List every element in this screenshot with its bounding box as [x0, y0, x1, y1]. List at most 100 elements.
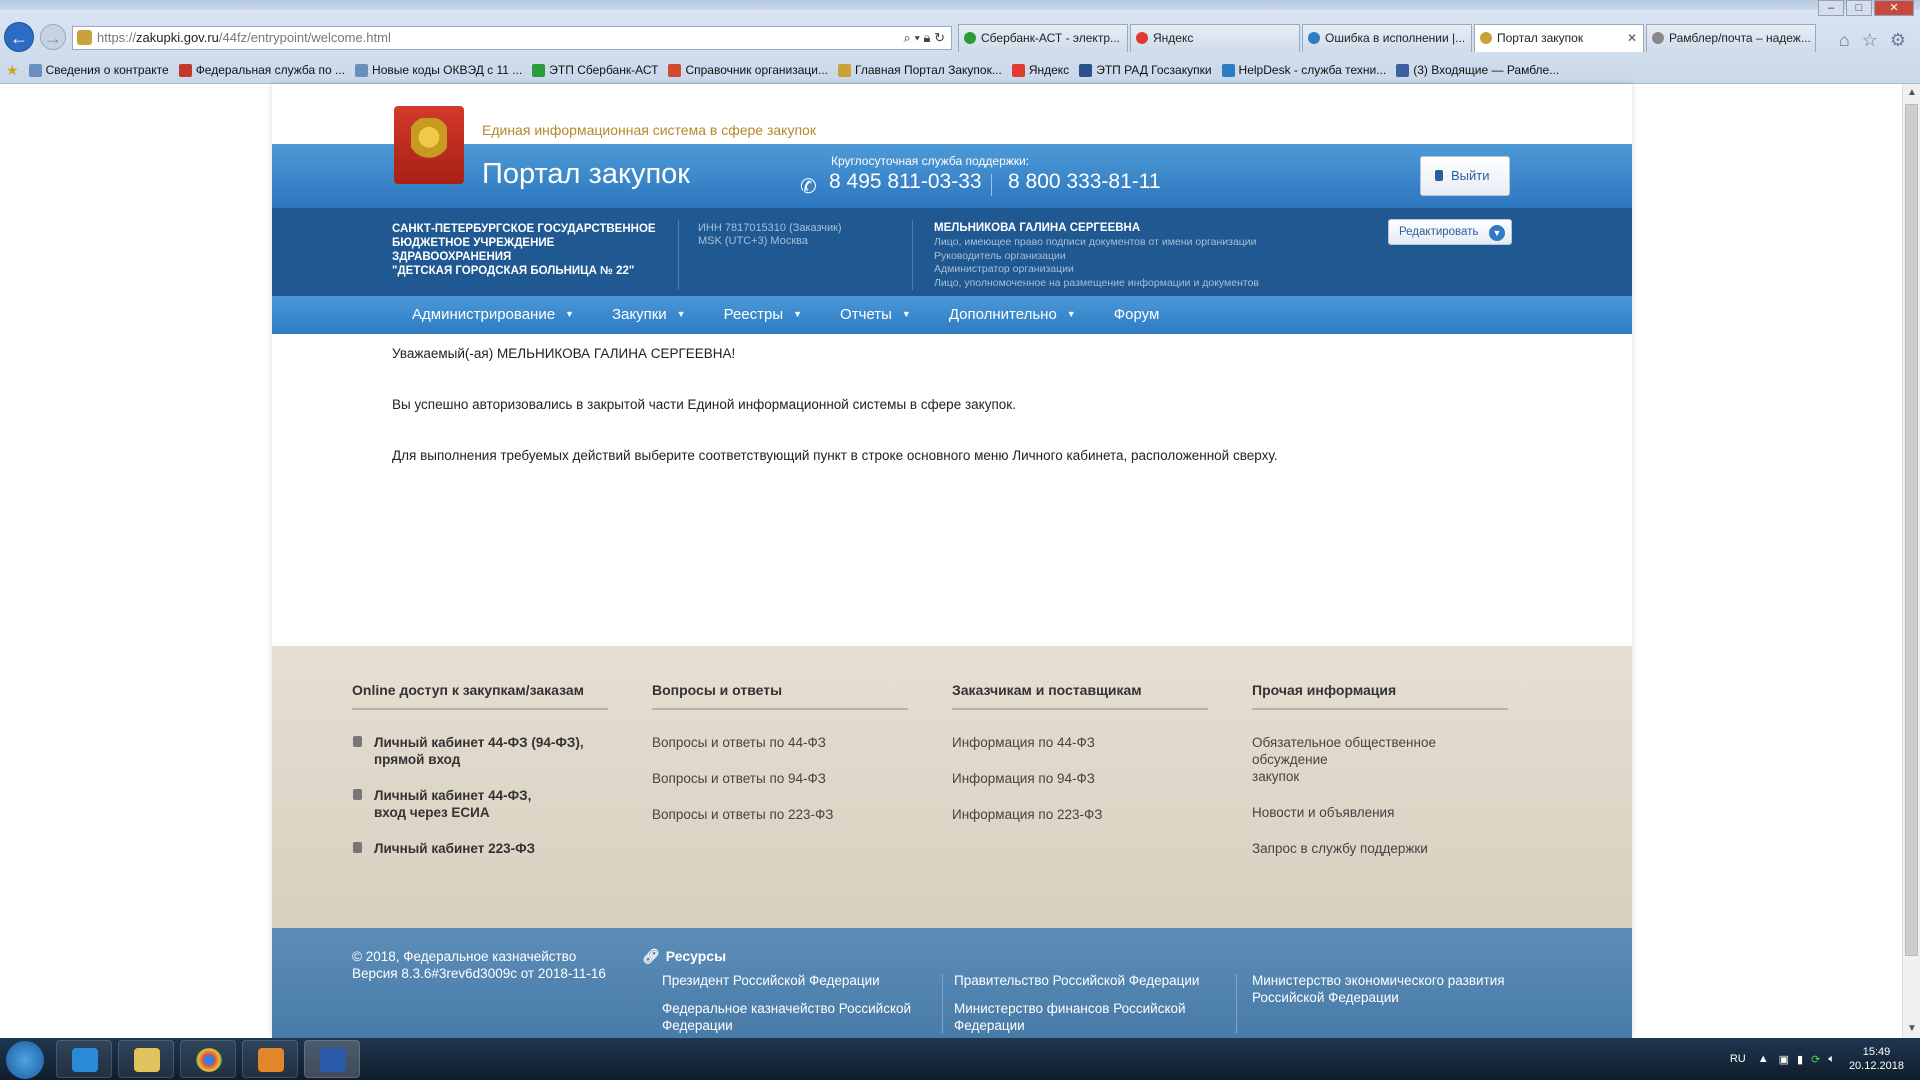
scroll-up-icon[interactable]: ▲: [1903, 84, 1920, 102]
page-icon: [355, 63, 369, 77]
taskbar-media[interactable]: [242, 1040, 298, 1078]
ie-icon: [1221, 63, 1235, 77]
add-favorite-star-icon[interactable]: ★: [6, 62, 19, 79]
favorite-item[interactable]: HelpDesk - служба техни...: [1221, 63, 1386, 77]
finance-ministry-link[interactable]: Министерство финансов Российской Федераци…: [954, 1000, 1234, 1034]
favorite-item[interactable]: Новые коды ОКВЭД с 11 ...: [355, 63, 522, 77]
cabinet-44fz-direct-link[interactable]: Личный кабинет 44-ФЗ (94-ФЗ), прямой вход: [352, 734, 608, 768]
economic-ministry-link[interactable]: Министерство экономического развития Росс…: [1252, 972, 1532, 1006]
government-link[interactable]: Правительство Российской Федерации: [954, 972, 1234, 989]
president-link[interactable]: Президент Российской Федерации: [662, 972, 942, 989]
favorites-star-icon[interactable]: ☆: [1862, 30, 1878, 51]
favorite-item[interactable]: ЭТП РАД Госзакупки: [1079, 63, 1212, 77]
info-223fz-link[interactable]: Информация по 223-ФЗ: [952, 806, 1208, 823]
page-icon: [28, 63, 42, 77]
tab-error[interactable]: Ошибка в исполнении |...: [1302, 24, 1472, 52]
favorite-item[interactable]: ЭТП Сбербанк-АСТ: [532, 63, 658, 77]
favorite-item[interactable]: Главная Портал Закупок...: [838, 63, 1002, 77]
taskbar-chrome[interactable]: [180, 1040, 236, 1078]
minimize-button[interactable]: –: [1818, 0, 1844, 16]
eagle-icon: [411, 118, 447, 166]
info-94fz-link[interactable]: Информация по 94-ФЗ: [952, 770, 1208, 787]
url-prefix: https://: [97, 30, 137, 45]
portal-page: Единая информационная система в сфере за…: [272, 84, 1632, 1038]
cabinet-44fz-esia-link[interactable]: Личный кабинет 44-ФЗ, вход через ЕСИА: [352, 787, 608, 821]
logout-button[interactable]: Выйти: [1420, 156, 1510, 196]
close-window-button[interactable]: ✕: [1874, 0, 1914, 16]
scroll-thumb[interactable]: [1905, 104, 1918, 956]
favorite-label: Главная Портал Закупок...: [855, 63, 1002, 77]
favorite-label: Новые коды ОКВЭД с 11 ...: [372, 63, 523, 77]
search-icon[interactable]: ⌕: [904, 30, 911, 45]
public-discussion-link[interactable]: Обязательное общественное обсуждение заку…: [1252, 734, 1508, 785]
menu-forum[interactable]: Форум: [1114, 296, 1160, 334]
navigation-row: ← → https://zakupki.gov.ru/44fz/entrypoi…: [0, 18, 1920, 60]
door-icon: [1435, 170, 1443, 181]
close-tab-icon[interactable]: ✕: [1627, 25, 1637, 51]
caret-down-icon: ▼: [565, 309, 574, 319]
portal-title[interactable]: Портал закупок: [482, 158, 690, 191]
footer-col-title: Прочая информация: [1252, 682, 1508, 710]
back-button[interactable]: ←: [4, 22, 34, 52]
chrome-icon: [196, 1048, 222, 1072]
user-role: Руководитель организации: [934, 249, 1066, 262]
taskbar-explorer[interactable]: [118, 1040, 174, 1078]
address-bar[interactable]: https://zakupki.gov.ru/44fz/entrypoint/w…: [72, 26, 952, 50]
tab-rambler[interactable]: Рамблер/почта – надеж...: [1646, 24, 1816, 52]
clock[interactable]: 15:49 20.12.2018: [1849, 1045, 1904, 1073]
volume-icon[interactable]: 🔈︎: [1828, 1053, 1835, 1066]
start-button[interactable]: [6, 1041, 44, 1079]
menu-registries[interactable]: Реестры ▼: [724, 296, 802, 334]
sync-icon[interactable]: ⟳: [1811, 1053, 1820, 1066]
home-icon[interactable]: ⌂: [1839, 30, 1850, 51]
menu-additional[interactable]: Дополнительно ▼: [949, 296, 1076, 334]
gear-icon[interactable]: ⚙: [1890, 30, 1906, 51]
news-link[interactable]: Новости и объявления: [1252, 804, 1508, 821]
tray-arrow-icon[interactable]: ▲: [1758, 1053, 1769, 1065]
tab-portal[interactable]: Портал закупок ✕: [1474, 24, 1644, 52]
cabinet-223fz-link[interactable]: Личный кабинет 223-ФЗ: [352, 840, 608, 857]
favorite-item[interactable]: Сведения о контракте: [28, 63, 169, 77]
menu-reports[interactable]: Отчеты ▼: [840, 296, 911, 334]
menu-administration[interactable]: Администрирование ▼: [412, 296, 574, 334]
lock-icon[interactable]: 🔒︎: [924, 30, 931, 45]
favorite-item[interactable]: Федеральная служба по ...: [178, 63, 345, 77]
favorite-item[interactable]: Справочник организаци...: [668, 63, 828, 77]
instruction-message: Для выполнения требуемых действий выбери…: [392, 448, 1278, 463]
caret-down-icon: ▼: [1066, 309, 1076, 319]
maximize-button[interactable]: □: [1846, 0, 1872, 16]
faq-223fz-link[interactable]: Вопросы и ответы по 223-ФЗ: [652, 806, 908, 823]
taskbar-word[interactable]: [304, 1040, 360, 1078]
map-pin-icon: [668, 63, 682, 77]
faq-94fz-link[interactable]: Вопросы и ответы по 94-ФЗ: [652, 770, 908, 787]
support-label: Круглосуточная служба поддержки:: [831, 154, 1030, 168]
language-indicator[interactable]: RU: [1730, 1053, 1746, 1065]
tab-sberbank[interactable]: Сбербанк-АСТ - электр...: [958, 24, 1128, 52]
media-player-icon: [258, 1048, 284, 1072]
page-scrollbar[interactable]: ▲ ▼: [1902, 84, 1920, 1038]
link-label: Личный кабинет 44-ФЗ (94-ФЗ),: [374, 735, 584, 750]
favorite-label: Сведения о контракте: [45, 63, 169, 77]
info-44fz-link[interactable]: Информация по 44-ФЗ: [952, 734, 1208, 751]
refresh-icon[interactable]: ↻: [934, 30, 945, 45]
forward-button[interactable]: →: [40, 24, 66, 50]
dropdown-icon[interactable]: ▾: [914, 30, 919, 45]
network-icon[interactable]: ▣: [1779, 1053, 1789, 1066]
scroll-down-icon[interactable]: ▼: [1903, 1020, 1920, 1038]
edit-button[interactable]: Редактировать ▼: [1388, 219, 1512, 245]
link-label: Федерации: [662, 1018, 733, 1033]
treasury-link[interactable]: Федеральное казначейство Российской Федер…: [662, 1000, 942, 1034]
taskbar-ie[interactable]: [56, 1040, 112, 1078]
link-label: Обязательное общественное обсуждение: [1252, 735, 1436, 767]
ais-title[interactable]: Единая информационная система в сфере за…: [482, 122, 816, 138]
menu-purchases[interactable]: Закупки ▼: [612, 296, 686, 334]
battery-icon[interactable]: ▮: [1797, 1053, 1803, 1066]
version-text: Версия 8.3.6#3rev6d3009c от 2018-11-16: [352, 966, 606, 981]
russian-emblem-logo[interactable]: [394, 106, 464, 184]
favorite-item[interactable]: (3) Входящие — Рамбле...: [1396, 63, 1559, 77]
favorite-item[interactable]: Яндекс: [1011, 63, 1069, 77]
auth-message: Вы успешно авторизовались в закрытой час…: [392, 397, 1016, 412]
faq-44fz-link[interactable]: Вопросы и ответы по 44-ФЗ: [652, 734, 908, 751]
support-request-link[interactable]: Запрос в службу поддержки: [1252, 840, 1508, 857]
tab-yandex[interactable]: Яндекс: [1130, 24, 1300, 52]
